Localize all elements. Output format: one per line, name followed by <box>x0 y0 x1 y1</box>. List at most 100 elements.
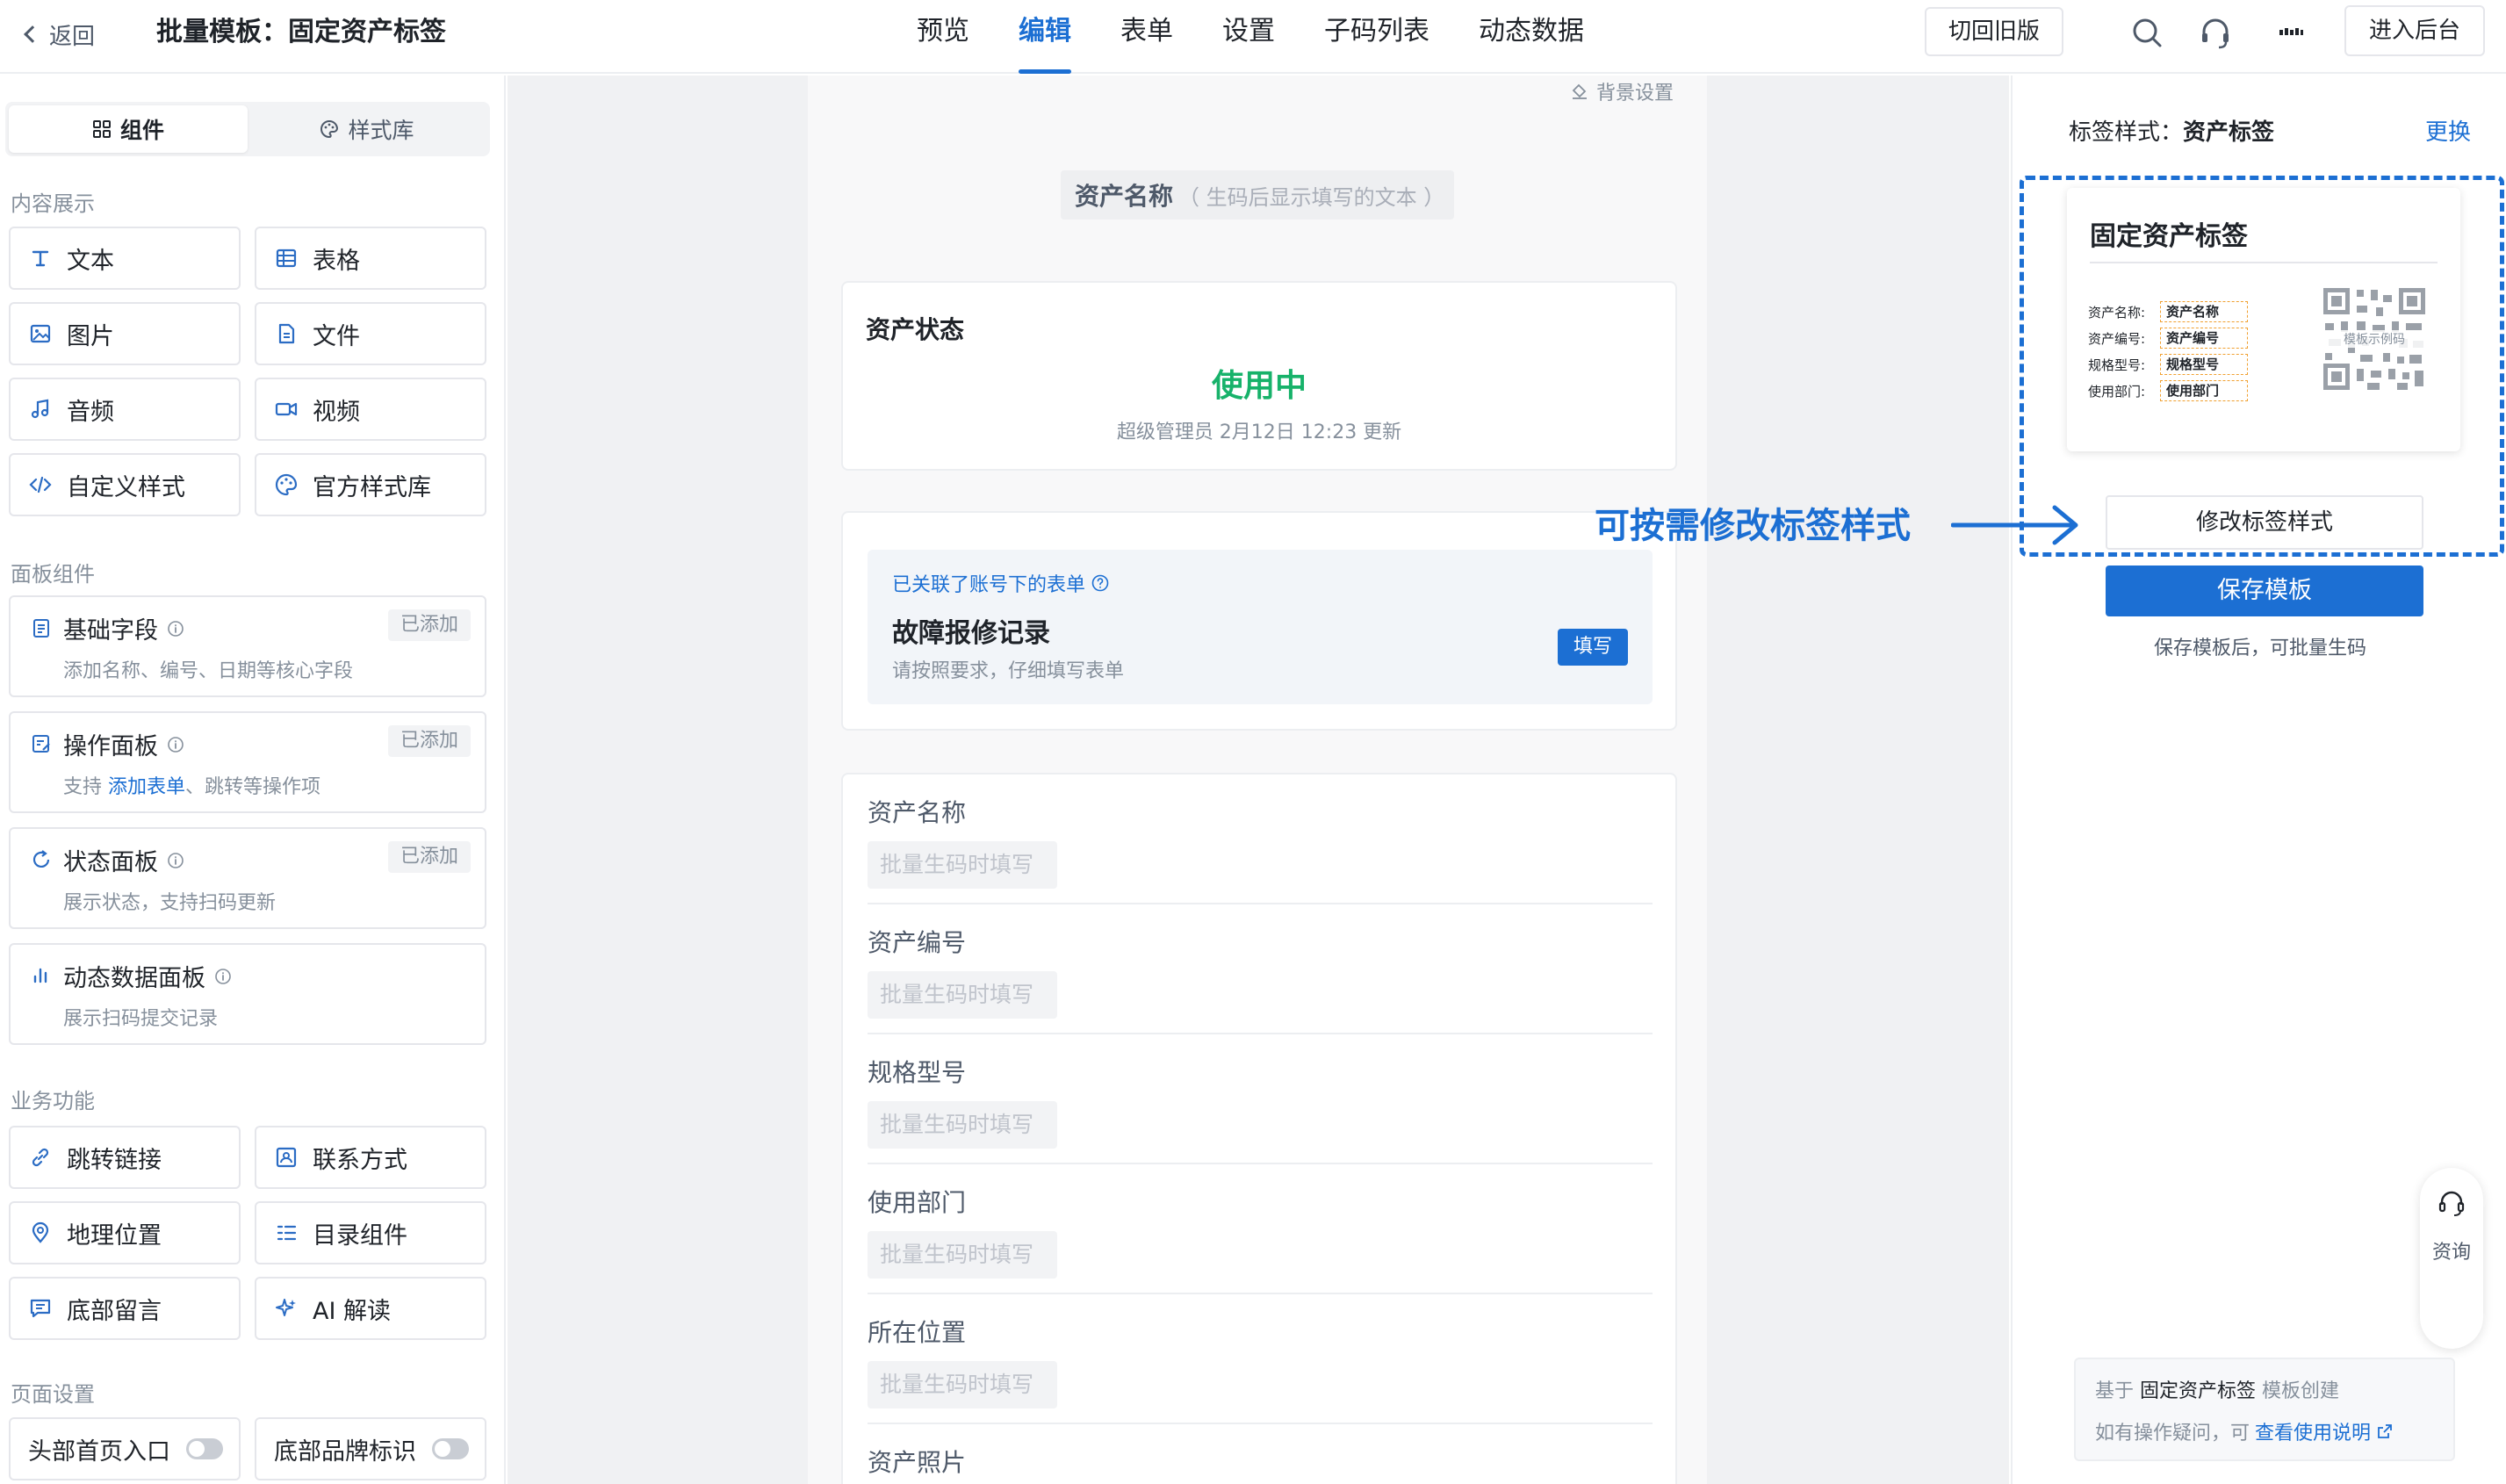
add-form-link[interactable]: 添加表单 <box>108 776 185 798</box>
component-jump-link[interactable]: 跳转链接 <box>9 1126 241 1189</box>
component-file[interactable]: 文件 <box>255 302 486 365</box>
field-input[interactable]: 批量生码时填写 <box>868 1361 1057 1408</box>
search-icon[interactable] <box>2127 12 2167 53</box>
info-icon[interactable] <box>167 620 184 638</box>
footer-brand-label: 底部品牌标识 <box>274 1437 416 1466</box>
label-row-key: 资产名称: <box>2088 304 2146 321</box>
fill-form-button[interactable]: 填写 <box>1558 629 1628 666</box>
enter-admin-button[interactable]: 进入后台 <box>2344 5 2485 56</box>
component-custom-style[interactable]: 自定义样式 <box>9 453 241 516</box>
field-input[interactable]: 批量生码时填写 <box>868 1231 1057 1279</box>
tab-edit[interactable]: 编辑 <box>994 0 1096 74</box>
panel-status-title: 状态面板 <box>63 849 158 876</box>
label-row: 使用部门: 使用部门 <box>2088 378 2248 404</box>
panel-status-desc: 展示状态，支持扫码更新 <box>63 892 277 914</box>
field-label: 资产名称 <box>868 798 967 827</box>
tab-preview[interactable]: 预览 <box>892 0 994 74</box>
field-input[interactable]: 批量生码时填写 <box>868 971 1057 1019</box>
panel-basic-fields[interactable]: 基础字段 添加名称、编号、日期等核心字段 已添加 <box>9 595 486 697</box>
header-home-entry-toggle[interactable] <box>186 1438 223 1459</box>
panel-dynamic-data[interactable]: 动态数据面板 展示扫码提交记录 <box>9 943 486 1045</box>
background-setting-button[interactable]: 背景设置 <box>1570 77 1674 105</box>
panel-dynamic-data-title: 动态数据面板 <box>63 965 205 992</box>
footer-brand-toggle[interactable] <box>432 1438 469 1459</box>
component-table-label: 表格 <box>313 247 360 275</box>
switch-old-version-button[interactable]: 切回旧版 <box>1925 7 2063 56</box>
consult-button[interactable]: 资询 <box>2420 1168 2483 1349</box>
basic-fields-card[interactable]: 资产名称 批量生码时填写 资产编号 批量生码时填写 规格型号 批量生码时填写 使… <box>841 773 1677 1484</box>
section-content-title: 内容展示 <box>11 191 95 216</box>
asset-name-chip-hint: （ 生码后显示填写的文本 ） <box>1178 184 1445 210</box>
field-asset-number: 资产编号 批量生码时填写 <box>868 904 1653 1034</box>
edit-label-style-button[interactable]: 修改标签样式 <box>2106 495 2423 550</box>
table-icon <box>276 249 297 268</box>
music-note-icon <box>31 399 49 419</box>
component-catalog[interactable]: 目录组件 <box>255 1201 486 1264</box>
component-official-style-library-label: 官方样式库 <box>313 473 431 501</box>
page-settings: 头部首页入口 底部品牌标识 <box>9 1417 486 1480</box>
edit-panel-icon <box>32 735 50 753</box>
field-input[interactable]: 批量生码时填写 <box>868 1101 1057 1149</box>
tab-subcode-list[interactable]: 子码列表 <box>1300 0 1454 74</box>
status-badge: 已添加 <box>387 841 471 873</box>
component-image[interactable]: 图片 <box>9 302 241 365</box>
component-location[interactable]: 地理位置 <box>9 1201 241 1264</box>
component-image-label: 图片 <box>67 322 114 350</box>
paint-bucket-icon <box>1572 83 1587 99</box>
component-text[interactable]: 文本 <box>9 227 241 290</box>
back-label: 返回 <box>49 23 96 50</box>
label-preview-title: 固定资产标签 <box>2090 221 2248 252</box>
external-link-icon[interactable] <box>2376 1423 2394 1440</box>
component-contact[interactable]: 联系方式 <box>255 1126 486 1189</box>
field-location: 所在位置 批量生码时填写 <box>868 1294 1653 1424</box>
component-bottom-message[interactable]: 底部留言 <box>9 1277 241 1340</box>
section-panels-title: 面板组件 <box>11 562 95 587</box>
form-desc: 请按照要求，仔细填写表单 <box>892 660 1125 682</box>
avatar[interactable] <box>2271 12 2311 53</box>
panel-operation[interactable]: 操作面板 支持 添加表单、跳转等操作项 已添加 <box>9 711 486 813</box>
status-panel-card[interactable]: 资产状态 使用中 超级管理员 2月12日 12:23 更新 <box>841 281 1677 471</box>
label-row: 规格型号: 规格型号 <box>2088 351 2248 378</box>
headset-icon[interactable] <box>2195 12 2236 53</box>
label-style-title: 标签样式：资产标签 <box>2069 114 2274 147</box>
video-icon <box>275 402 298 416</box>
usage-guide-link[interactable]: 查看使用说明 <box>2255 1417 2371 1445</box>
operation-panel-card[interactable]: 已关联了账号下的表单 故障报修记录 请按照要求，仔细填写表单 填写 <box>841 511 1677 731</box>
info-icon[interactable] <box>167 852 184 869</box>
component-video[interactable]: 视频 <box>255 378 486 441</box>
status-panel-title: 资产状态 <box>866 315 965 344</box>
content-components: 文本 表格 图片 文件 音频 视频 自定义样式 官方样式库 <box>9 227 486 516</box>
info-icon[interactable] <box>167 736 184 753</box>
info-icon[interactable] <box>214 968 232 985</box>
list-tree-icon <box>277 1225 297 1241</box>
tab-dynamic-data[interactable]: 动态数据 <box>1454 0 1609 74</box>
asset-name-chip[interactable]: 资产名称 （ 生码后显示填写的文本 ） <box>1061 170 1454 220</box>
help-icon[interactable] <box>1091 573 1110 593</box>
component-table[interactable]: 表格 <box>255 227 486 290</box>
component-file-label: 文件 <box>313 322 360 350</box>
location-pin-icon <box>32 1221 49 1243</box>
component-audio[interactable]: 音频 <box>9 378 241 441</box>
label-row-value: 规格型号 <box>2160 354 2248 375</box>
field-department: 使用部门 批量生码时填写 <box>868 1164 1653 1294</box>
component-ai-interpret[interactable]: AI 解读 <box>255 1277 486 1340</box>
panel-status[interactable]: 状态面板 展示状态，支持扫码更新 已添加 <box>9 827 486 929</box>
status-value: 使用中 <box>1211 368 1307 404</box>
sparkle-icon <box>276 1299 296 1316</box>
save-template-button[interactable]: 保存模板 <box>2106 566 2423 616</box>
label-row-key: 规格型号: <box>2088 357 2146 373</box>
label-style-name: 资产标签 <box>2183 119 2275 146</box>
tab-settings[interactable]: 设置 <box>1198 0 1300 74</box>
clipboard-icon <box>33 619 49 638</box>
tab-style-library[interactable]: 样式库 <box>248 105 486 153</box>
tab-components[interactable]: 组件 <box>9 105 248 153</box>
section-page-title: 页面设置 <box>11 1382 95 1407</box>
component-official-style-library[interactable]: 官方样式库 <box>255 453 486 516</box>
back-button[interactable]: 返回 <box>21 14 95 54</box>
tab-form[interactable]: 表单 <box>1096 0 1198 74</box>
field-input[interactable]: 批量生码时填写 <box>868 841 1057 889</box>
footer-brand-setting: 底部品牌标识 <box>255 1417 486 1480</box>
label-row-value: 资产名称 <box>2160 301 2248 322</box>
change-style-link[interactable]: 更换 <box>2425 114 2471 147</box>
page-title: 批量模板：固定资产标签 <box>156 17 446 47</box>
